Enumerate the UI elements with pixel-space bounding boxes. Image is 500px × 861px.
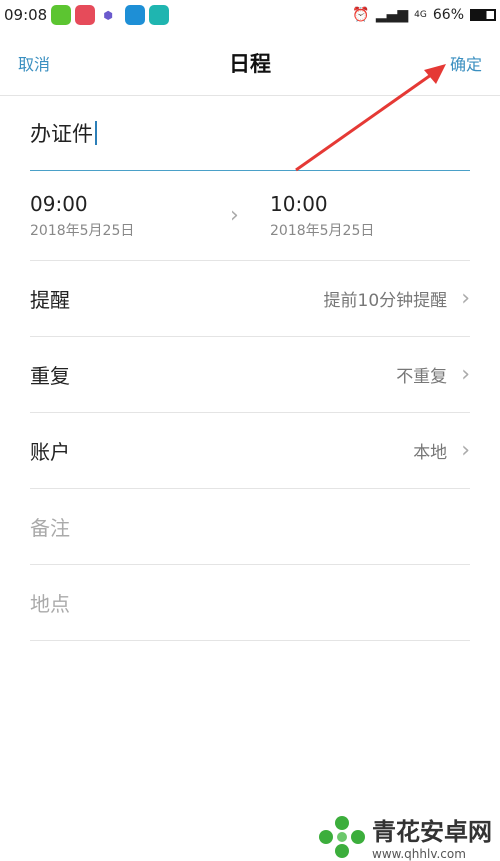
location-input[interactable]: 地点: [30, 565, 470, 641]
row-value: 本地: [413, 443, 448, 463]
chevron-right-icon: ›: [461, 286, 470, 311]
notes-placeholder: 备注: [30, 516, 70, 540]
row-label: 重复: [30, 364, 70, 388]
notes-input[interactable]: 备注: [30, 489, 470, 565]
chevron-right-icon: ›: [461, 438, 470, 463]
account-row[interactable]: 账户 本地 ›: [30, 413, 470, 489]
row-label: 提醒: [30, 288, 70, 312]
watermark-logo-icon: [319, 815, 365, 858]
start-date: 2018年5月25日: [30, 222, 135, 239]
watermark: 青花安卓网 www.qhhlv.com: [318, 812, 492, 861]
chevron-right-icon: ›: [230, 203, 239, 228]
repeat-row[interactable]: 重复 不重复 ›: [30, 337, 470, 413]
annotation-arrow: [295, 64, 446, 172]
row-value: 提前10分钟提醒: [323, 291, 448, 311]
chevron-right-icon: ›: [461, 362, 470, 387]
watermark-name: 青花安卓网: [372, 818, 492, 846]
row-label: 账户: [30, 440, 70, 464]
end-date: 2018年5月25日: [270, 222, 375, 239]
row-value: 不重复: [396, 367, 448, 387]
reminder-row[interactable]: 提醒 提前10分钟提醒 ›: [30, 261, 470, 337]
location-placeholder: 地点: [30, 592, 70, 616]
